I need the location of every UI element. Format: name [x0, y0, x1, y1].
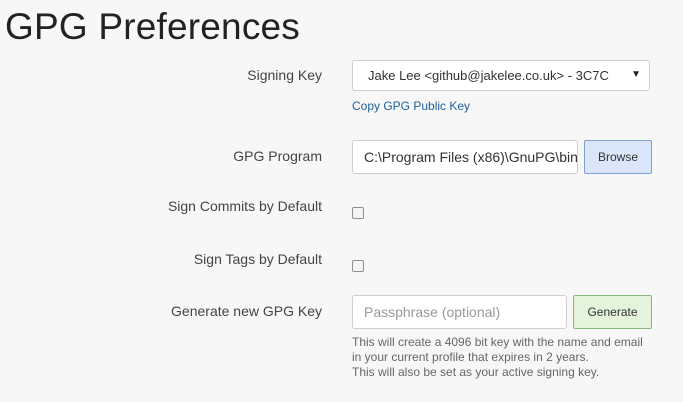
sign-tags-label: Sign Tags by Default [193, 251, 322, 267]
signing-key-selected-value: Jake Lee <github@jakelee.co.uk> - 3C7C [368, 68, 609, 83]
generate-key-help: This will create a 4096 bit key with the… [352, 335, 672, 380]
signing-key-select[interactable]: Jake Lee <github@jakelee.co.uk> - 3C7C ▼ [352, 60, 650, 91]
sign-commits-checkbox[interactable] [352, 207, 364, 219]
chevron-down-icon: ▼ [631, 69, 641, 80]
generate-button[interactable]: Generate [573, 295, 652, 329]
help-line: This will create a 4096 bit key with the… [352, 335, 643, 349]
page-title: GPG Preferences [5, 6, 301, 47]
gpg-program-label: GPG Program [233, 148, 322, 164]
browse-button[interactable]: Browse [584, 140, 652, 174]
signing-key-label: Signing Key [247, 67, 322, 83]
sign-tags-checkbox[interactable] [352, 260, 364, 272]
copy-public-key-link[interactable]: Copy GPG Public Key [352, 99, 470, 113]
passphrase-input[interactable] [352, 295, 567, 329]
help-line: This will also be set as your active sig… [352, 365, 600, 379]
gpg-program-input[interactable]: C:\Program Files (x86)\GnuPG\bin\gpg.exe [352, 140, 578, 174]
generate-key-label: Generate new GPG Key [171, 303, 322, 319]
sign-commits-label: Sign Commits by Default [167, 198, 322, 214]
help-line: in your current profile that expires in … [352, 350, 589, 364]
